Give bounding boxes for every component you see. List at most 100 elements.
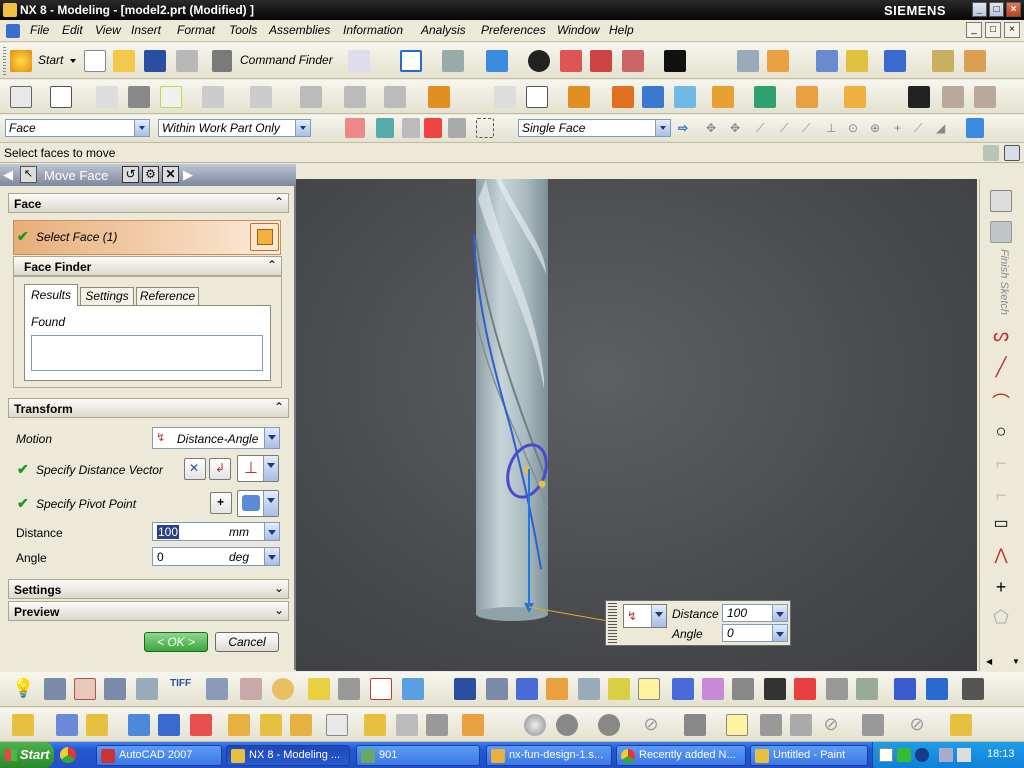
chevron-down-icon[interactable] xyxy=(264,428,279,448)
expand-icon[interactable]: ⌄ xyxy=(274,603,284,617)
menu-file[interactable]: File xyxy=(30,23,49,37)
chevron-down-icon[interactable] xyxy=(772,625,787,641)
network-icon[interactable] xyxy=(939,748,953,762)
vector-select[interactable]: ⊥ xyxy=(237,455,279,482)
shaded-view-icon[interactable] xyxy=(486,50,508,72)
datum-plane-icon[interactable] xyxy=(50,86,72,108)
settings-icon[interactable] xyxy=(962,678,984,700)
selection-tools-icon[interactable] xyxy=(348,50,370,72)
box-icon[interactable] xyxy=(370,678,392,700)
extrude2-icon[interactable] xyxy=(568,86,590,108)
back-icon[interactable]: ◀ xyxy=(3,167,13,183)
found-list[interactable] xyxy=(31,335,263,371)
snap-curve-icon[interactable]: ⟋ xyxy=(914,118,932,138)
settings-gear-icon[interactable]: ⚙ xyxy=(142,166,159,183)
unite-icon[interactable] xyxy=(674,86,696,108)
image-icon[interactable] xyxy=(206,678,228,700)
component-icon[interactable] xyxy=(338,678,360,700)
task-paint[interactable]: Untitled - Paint xyxy=(750,745,868,766)
camera2-icon[interactable] xyxy=(486,678,508,700)
record-icon[interactable] xyxy=(908,86,930,108)
render-style-icon[interactable] xyxy=(442,50,464,72)
snap-existing-icon[interactable]: + xyxy=(894,118,912,138)
sketch-task-icon[interactable] xyxy=(990,190,1012,212)
filter-icon[interactable] xyxy=(345,118,365,138)
settings-section-header[interactable]: Settings ⌄ xyxy=(8,579,289,599)
type-filter-select[interactable]: Face xyxy=(5,119,150,137)
face-finder-header[interactable]: Face Finder ⌃ xyxy=(13,256,282,276)
task-recently-added[interactable]: Recently added N... xyxy=(616,745,746,766)
menu-assemblies[interactable]: Assemblies xyxy=(269,23,330,37)
link-icon[interactable] xyxy=(364,714,386,736)
hole-icon[interactable] xyxy=(796,86,818,108)
power-icon[interactable] xyxy=(915,748,929,762)
tool-icon[interactable] xyxy=(578,678,600,700)
export-icon[interactable] xyxy=(136,678,158,700)
drill-bit-body[interactable] xyxy=(475,179,549,621)
arc-icon[interactable]: ⌒ xyxy=(990,389,1012,413)
transform-section-header[interactable]: Transform ⌃ xyxy=(8,398,289,418)
chrome-quicklaunch-icon[interactable] xyxy=(60,747,76,763)
chevron-down-icon[interactable] xyxy=(264,548,279,565)
menu-view[interactable]: View xyxy=(95,23,121,37)
chevron-down-icon[interactable] xyxy=(295,120,310,136)
spline-icon[interactable] xyxy=(250,86,272,108)
sphere2-icon[interactable] xyxy=(556,714,578,736)
extrude-icon[interactable] xyxy=(428,86,450,108)
split-icon[interactable] xyxy=(190,714,212,736)
menu-window[interactable]: Window xyxy=(557,23,600,37)
part-navigator-icon[interactable] xyxy=(737,50,759,72)
move-object-icon[interactable] xyxy=(754,86,776,108)
select-tool-icon[interactable] xyxy=(448,118,466,138)
chevron-down-icon[interactable] xyxy=(263,456,278,481)
wcs-icon[interactable] xyxy=(767,50,789,72)
onscreen-distance-field[interactable]: 100 xyxy=(722,604,788,622)
material-icon[interactable] xyxy=(702,678,724,700)
cancel-button[interactable]: Cancel xyxy=(215,632,279,652)
vector-dialog-icon[interactable]: ✕ xyxy=(184,458,206,480)
chamfer-icon[interactable]: ⌐ xyxy=(990,485,1012,507)
menu-insert[interactable]: Insert xyxy=(131,23,161,37)
ruler-icon[interactable] xyxy=(964,50,986,72)
offset-icon[interactable] xyxy=(384,86,406,108)
line-icon[interactable]: ╱ xyxy=(990,357,1012,379)
chevron-down-icon[interactable] xyxy=(263,491,278,516)
task-autocad[interactable]: AutoCAD 2007 xyxy=(96,745,222,766)
sphere-icon[interactable] xyxy=(524,714,546,736)
snap-tangent-icon[interactable]: ⟋ xyxy=(802,118,820,138)
tab-results[interactable]: Results xyxy=(24,284,78,306)
print-icon[interactable] xyxy=(176,50,198,72)
lightbulb-icon[interactable]: 💡 xyxy=(12,678,34,700)
mail-icon[interactable] xyxy=(879,748,893,762)
block-icon[interactable] xyxy=(642,86,664,108)
point-dialog-icon[interactable]: + xyxy=(210,492,232,514)
grey-square-icon[interactable] xyxy=(684,714,706,736)
pencil-icon[interactable] xyxy=(608,678,630,700)
no-entry-icon[interactable]: ⊘ xyxy=(640,714,662,736)
graphics-window[interactable] xyxy=(296,179,977,671)
fullscreen-icon[interactable] xyxy=(1004,145,1020,161)
snap-end-icon[interactable]: ✥ xyxy=(730,118,748,138)
face-section-header[interactable]: Face ⌃ xyxy=(8,193,289,213)
q-icon[interactable] xyxy=(897,748,911,762)
texture-icon[interactable] xyxy=(732,678,754,700)
collapse-icon[interactable]: ⌃ xyxy=(274,400,284,414)
tool4-icon[interactable] xyxy=(426,714,448,736)
person-icon[interactable] xyxy=(672,678,694,700)
assembly-icon[interactable] xyxy=(308,678,330,700)
point-select[interactable] xyxy=(237,490,279,517)
snap-center-icon[interactable]: ⊙ xyxy=(848,118,866,138)
distance-field[interactable]: 100 mm xyxy=(152,522,280,541)
curve-icon[interactable] xyxy=(160,86,182,108)
extrude-curve-icon[interactable] xyxy=(344,86,366,108)
gold2-icon[interactable] xyxy=(86,714,108,736)
render-icon[interactable] xyxy=(104,678,126,700)
section-view-icon[interactable] xyxy=(560,50,582,72)
dots2-icon[interactable] xyxy=(862,714,884,736)
tiff-icon[interactable]: TIFF xyxy=(170,678,192,700)
motion-select[interactable]: ↯ Distance-Angle xyxy=(152,427,280,449)
inferred-vector-icon[interactable]: ↲ xyxy=(209,458,231,480)
gold-tool-icon[interactable] xyxy=(228,714,250,736)
line-icon[interactable] xyxy=(300,86,322,108)
tab-reference[interactable]: Reference xyxy=(136,287,199,306)
